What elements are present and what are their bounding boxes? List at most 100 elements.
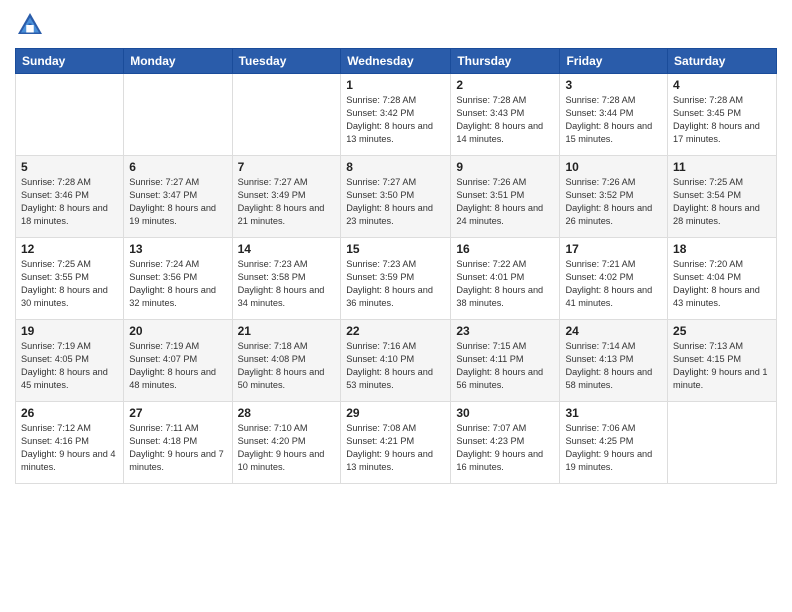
day-number: 2 xyxy=(456,78,554,92)
day-info: Sunrise: 7:18 AM Sunset: 4:08 PM Dayligh… xyxy=(238,340,336,392)
day-number: 7 xyxy=(238,160,336,174)
day-cell: 3Sunrise: 7:28 AM Sunset: 3:44 PM Daylig… xyxy=(560,74,668,156)
day-info: Sunrise: 7:15 AM Sunset: 4:11 PM Dayligh… xyxy=(456,340,554,392)
col-header-saturday: Saturday xyxy=(668,49,777,74)
col-header-thursday: Thursday xyxy=(451,49,560,74)
day-info: Sunrise: 7:12 AM Sunset: 4:16 PM Dayligh… xyxy=(21,422,118,474)
day-number: 12 xyxy=(21,242,118,256)
week-row-1: 5 Sunrise: 7:28 AM Sunset: 3:46 PM Daylig… xyxy=(16,156,777,238)
day-info: Sunrise: 7:27 AM Sunset: 3:49 PM Dayligh… xyxy=(238,176,336,228)
day-number: 10 xyxy=(565,160,662,174)
day-number: 22 xyxy=(346,324,445,338)
day-cell: 29 Sunrise: 7:08 AM Sunset: 4:21 PM Dayli… xyxy=(341,402,451,484)
day-info: Sunrise: 7:11 AM Sunset: 4:18 PM Dayligh… xyxy=(129,422,226,474)
day-number: 9 xyxy=(456,160,554,174)
day-number: 25 xyxy=(673,324,771,338)
week-row-2: 12 Sunrise: 7:25 AM Sunset: 3:55 PM Dayli… xyxy=(16,238,777,320)
day-cell: 17Sunrise: 7:21 AM Sunset: 4:02 PM Dayli… xyxy=(560,238,668,320)
col-header-friday: Friday xyxy=(560,49,668,74)
day-number: 27 xyxy=(129,406,226,420)
day-cell: 16Sunrise: 7:22 AM Sunset: 4:01 PM Dayli… xyxy=(451,238,560,320)
day-number: 8 xyxy=(346,160,445,174)
day-number: 26 xyxy=(21,406,118,420)
day-cell: 4Sunrise: 7:28 AM Sunset: 3:45 PM Daylig… xyxy=(668,74,777,156)
day-cell: 19Sunrise: 7:19 AM Sunset: 4:05 PM Dayli… xyxy=(16,320,124,402)
day-cell: 7 Sunrise: 7:27 AM Sunset: 3:49 PM Daylig… xyxy=(232,156,341,238)
day-cell: 22 Sunrise: 7:16 AM Sunset: 4:10 PM Dayli… xyxy=(341,320,451,402)
day-cell: 21 Sunrise: 7:18 AM Sunset: 4:08 PM Dayli… xyxy=(232,320,341,402)
day-number: 5 xyxy=(21,160,118,174)
day-info: Sunrise: 7:13 AM Sunset: 4:15 PM Dayligh… xyxy=(673,340,771,392)
day-number: 13 xyxy=(129,242,226,256)
day-cell: 25 Sunrise: 7:13 AM Sunset: 4:15 PM Dayli… xyxy=(668,320,777,402)
logo-icon xyxy=(15,10,45,40)
day-number: 31 xyxy=(565,406,662,420)
day-cell: 14 Sunrise: 7:23 AM Sunset: 3:58 PM Dayli… xyxy=(232,238,341,320)
day-number: 28 xyxy=(238,406,336,420)
day-info: Sunrise: 7:28 AM Sunset: 3:46 PM Dayligh… xyxy=(21,176,118,228)
day-info: Sunrise: 7:27 AM Sunset: 3:47 PM Dayligh… xyxy=(129,176,226,228)
day-cell: 26 Sunrise: 7:12 AM Sunset: 4:16 PM Dayli… xyxy=(16,402,124,484)
day-cell: 18 Sunrise: 7:20 AM Sunset: 4:04 PM Dayli… xyxy=(668,238,777,320)
day-number: 23 xyxy=(456,324,554,338)
day-cell xyxy=(668,402,777,484)
day-cell: 6 Sunrise: 7:27 AM Sunset: 3:47 PM Daylig… xyxy=(124,156,232,238)
day-info: Sunrise: 7:07 AM Sunset: 4:23 PM Dayligh… xyxy=(456,422,554,474)
day-number: 14 xyxy=(238,242,336,256)
page: SundayMondayTuesdayWednesdayThursdayFrid… xyxy=(0,0,792,612)
day-info: Sunrise: 7:21 AM Sunset: 4:02 PM Dayligh… xyxy=(565,258,662,310)
week-row-4: 26 Sunrise: 7:12 AM Sunset: 4:16 PM Dayli… xyxy=(16,402,777,484)
day-number: 20 xyxy=(129,324,226,338)
day-info: Sunrise: 7:20 AM Sunset: 4:04 PM Dayligh… xyxy=(673,258,771,310)
day-cell: 28Sunrise: 7:10 AM Sunset: 4:20 PM Dayli… xyxy=(232,402,341,484)
day-number: 15 xyxy=(346,242,445,256)
day-cell: 27 Sunrise: 7:11 AM Sunset: 4:18 PM Dayli… xyxy=(124,402,232,484)
day-cell: 9 Sunrise: 7:26 AM Sunset: 3:51 PM Daylig… xyxy=(451,156,560,238)
day-number: 21 xyxy=(238,324,336,338)
day-info: Sunrise: 7:19 AM Sunset: 4:07 PM Dayligh… xyxy=(129,340,226,392)
day-info: Sunrise: 7:25 AM Sunset: 3:54 PM Dayligh… xyxy=(673,176,771,228)
header xyxy=(15,10,777,40)
col-header-monday: Monday xyxy=(124,49,232,74)
week-row-0: 1 Sunrise: 7:28 AM Sunset: 3:42 PM Daylig… xyxy=(16,74,777,156)
day-number: 16 xyxy=(456,242,554,256)
calendar: SundayMondayTuesdayWednesdayThursdayFrid… xyxy=(15,48,777,484)
day-number: 29 xyxy=(346,406,445,420)
day-cell: 2Sunrise: 7:28 AM Sunset: 3:43 PM Daylig… xyxy=(451,74,560,156)
day-number: 3 xyxy=(565,78,662,92)
day-cell: 20 Sunrise: 7:19 AM Sunset: 4:07 PM Dayli… xyxy=(124,320,232,402)
day-cell: 31Sunrise: 7:06 AM Sunset: 4:25 PM Dayli… xyxy=(560,402,668,484)
day-cell: 10Sunrise: 7:26 AM Sunset: 3:52 PM Dayli… xyxy=(560,156,668,238)
day-info: Sunrise: 7:08 AM Sunset: 4:21 PM Dayligh… xyxy=(346,422,445,474)
day-cell: 23 Sunrise: 7:15 AM Sunset: 4:11 PM Dayli… xyxy=(451,320,560,402)
day-cell: 11 Sunrise: 7:25 AM Sunset: 3:54 PM Dayli… xyxy=(668,156,777,238)
day-number: 6 xyxy=(129,160,226,174)
day-info: Sunrise: 7:24 AM Sunset: 3:56 PM Dayligh… xyxy=(129,258,226,310)
day-cell: 13 Sunrise: 7:24 AM Sunset: 3:56 PM Dayli… xyxy=(124,238,232,320)
col-header-sunday: Sunday xyxy=(16,49,124,74)
day-info: Sunrise: 7:14 AM Sunset: 4:13 PM Dayligh… xyxy=(565,340,662,392)
day-cell: 24 Sunrise: 7:14 AM Sunset: 4:13 PM Dayli… xyxy=(560,320,668,402)
day-number: 18 xyxy=(673,242,771,256)
day-info: Sunrise: 7:19 AM Sunset: 4:05 PM Dayligh… xyxy=(21,340,118,392)
day-info: Sunrise: 7:28 AM Sunset: 3:45 PM Dayligh… xyxy=(673,94,771,146)
day-cell: 5 Sunrise: 7:28 AM Sunset: 3:46 PM Daylig… xyxy=(16,156,124,238)
day-info: Sunrise: 7:25 AM Sunset: 3:55 PM Dayligh… xyxy=(21,258,118,310)
day-info: Sunrise: 7:23 AM Sunset: 3:59 PM Dayligh… xyxy=(346,258,445,310)
col-header-wednesday: Wednesday xyxy=(341,49,451,74)
day-number: 11 xyxy=(673,160,771,174)
day-number: 1 xyxy=(346,78,445,92)
day-info: Sunrise: 7:23 AM Sunset: 3:58 PM Dayligh… xyxy=(238,258,336,310)
day-number: 24 xyxy=(565,324,662,338)
day-info: Sunrise: 7:27 AM Sunset: 3:50 PM Dayligh… xyxy=(346,176,445,228)
day-cell xyxy=(232,74,341,156)
calendar-header-row: SundayMondayTuesdayWednesdayThursdayFrid… xyxy=(16,49,777,74)
day-cell: 1 Sunrise: 7:28 AM Sunset: 3:42 PM Daylig… xyxy=(341,74,451,156)
day-cell: 15 Sunrise: 7:23 AM Sunset: 3:59 PM Dayli… xyxy=(341,238,451,320)
day-cell: 30 Sunrise: 7:07 AM Sunset: 4:23 PM Dayli… xyxy=(451,402,560,484)
day-number: 30 xyxy=(456,406,554,420)
day-info: Sunrise: 7:28 AM Sunset: 3:42 PM Dayligh… xyxy=(346,94,445,146)
day-info: Sunrise: 7:16 AM Sunset: 4:10 PM Dayligh… xyxy=(346,340,445,392)
day-info: Sunrise: 7:26 AM Sunset: 3:51 PM Dayligh… xyxy=(456,176,554,228)
day-cell: 12 Sunrise: 7:25 AM Sunset: 3:55 PM Dayli… xyxy=(16,238,124,320)
